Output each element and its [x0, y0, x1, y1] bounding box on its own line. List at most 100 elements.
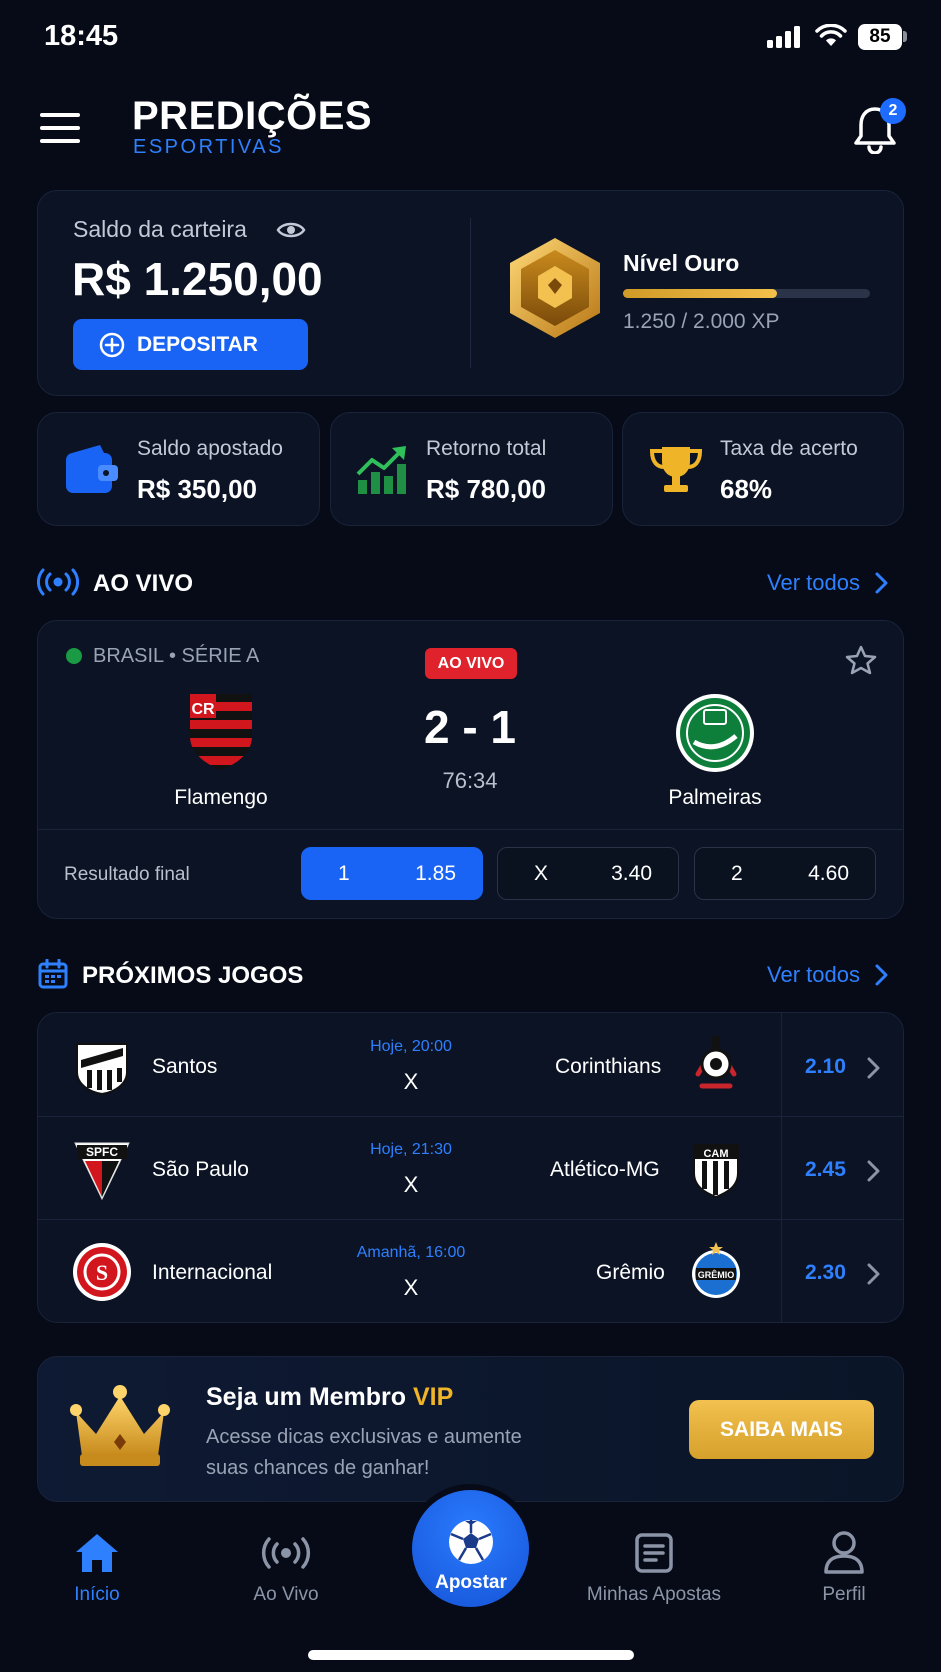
upcoming-odd: 2.30: [805, 1261, 846, 1284]
vip-title-prefix: Seja um Membro: [206, 1383, 413, 1411]
battery-indicator: 85: [858, 24, 902, 50]
wallet-label: Saldo da carteira: [73, 216, 247, 242]
odd-pick: 1: [338, 861, 350, 885]
notification-badge: 2: [880, 98, 906, 124]
upcoming-odd: 2.10: [805, 1055, 846, 1078]
xp-text: 1.250 / 2.000 XP: [623, 310, 780, 333]
svg-text:CR: CR: [191, 701, 215, 718]
menu-icon[interactable]: [40, 113, 80, 143]
chevron-right-icon: [867, 1057, 880, 1079]
home-icon: [76, 1534, 118, 1572]
learn-more-button[interactable]: SAIBA MAIS: [689, 1400, 874, 1459]
trophy-icon: [649, 447, 703, 492]
upcoming-odd: 2.45: [805, 1158, 846, 1181]
wallet-icon: [66, 445, 118, 493]
upcoming-see-all-label: Ver todos: [767, 962, 860, 987]
nav-profile-label: Perfil: [822, 1584, 866, 1605]
deposit-button[interactable]: DEPOSITAR: [73, 319, 308, 370]
nav-live-label: Ao Vivo: [253, 1584, 319, 1605]
stat-value-bet-balance: R$ 350,00: [137, 474, 257, 504]
live-broadcast-icon: [261, 1537, 311, 1569]
odd-button-away[interactable]: 2 4.60: [694, 847, 876, 900]
upcoming-vs: X: [403, 1275, 419, 1300]
market-label: Resultado final: [64, 864, 190, 885]
level-title: Nível Ouro: [623, 250, 740, 276]
svg-text:CAM: CAM: [703, 1148, 728, 1160]
odd-value: 4.60: [808, 861, 849, 885]
app-title: PREDIÇÕES: [132, 94, 373, 138]
star-favorite-icon[interactable]: [845, 644, 877, 676]
odd-pick: X: [534, 861, 549, 885]
xp-progress-fill: [623, 289, 777, 298]
gold-level-badge-icon: [510, 238, 600, 338]
upcoming-see-all-link[interactable]: Ver todos: [767, 962, 888, 988]
live-section-title: AO VIVO: [93, 570, 194, 597]
upcoming-vs: X: [403, 1069, 419, 1094]
live-score: 2 - 1: [423, 701, 517, 753]
svg-text:GRÊMIO: GRÊMIO: [698, 1269, 735, 1280]
live-league: BRASIL • SÉRIE A: [93, 645, 260, 667]
upcoming-away-team: Grêmio: [596, 1261, 665, 1284]
svg-text:SPFC: SPFC: [86, 1145, 118, 1159]
upcoming-time: Hoje, 20:00: [370, 1038, 452, 1055]
battery-tip: [903, 31, 907, 42]
upcoming-vs: X: [403, 1172, 419, 1197]
internacional-crest-icon: S: [73, 1243, 131, 1301]
upcoming-away-team: Corinthians: [555, 1055, 662, 1078]
nav-my-bets-label: Minhas Apostas: [586, 1584, 722, 1605]
stat-label-bet-balance: Saldo apostado: [137, 437, 283, 460]
live-see-all-link[interactable]: Ver todos: [767, 570, 888, 596]
chevron-right-icon: [867, 1263, 880, 1285]
atletico-mg-crest-icon: CAM: [693, 1144, 739, 1199]
corinthians-crest-icon: [695, 1036, 737, 1089]
live-broadcast-icon: [37, 568, 79, 596]
wifi-icon: [815, 24, 847, 46]
vip-title: Seja um Membro VIP: [206, 1383, 453, 1412]
stat-value-total-return: R$ 780,00: [426, 474, 546, 504]
nav-bet-label: Apostar: [435, 1572, 507, 1593]
odd-value: 3.40: [611, 861, 652, 885]
odd-pick: 2: [731, 861, 743, 885]
chart-up-icon: [356, 446, 406, 494]
nav-home-label: Início: [74, 1584, 120, 1605]
soccer-ball-icon: [449, 1520, 493, 1564]
crown-icon: [70, 1385, 170, 1466]
stat-value-hit-rate: 68%: [720, 474, 773, 504]
upcoming-away-team: Atlético-MG: [550, 1158, 660, 1181]
gremio-crest-icon: GRÊMIO: [692, 1242, 740, 1298]
home-indicator: [308, 1650, 634, 1660]
chevron-right-icon: [867, 1160, 880, 1182]
deposit-label: DEPOSITAR: [137, 332, 258, 356]
live-clock: 76:34: [442, 768, 498, 793]
live-home-team: Flamengo: [174, 786, 268, 809]
upcoming-time: Hoje, 21:30: [370, 1141, 452, 1158]
saopaulo-crest-icon: SPFC: [74, 1142, 130, 1201]
upcoming-home-team: São Paulo: [152, 1158, 249, 1181]
stat-label-total-return: Retorno total: [426, 437, 547, 460]
plus-circle-icon: [99, 332, 125, 357]
profile-icon: [824, 1531, 864, 1574]
upcoming-section-title: PRÓXIMOS JOGOS: [82, 962, 304, 989]
bet-slip-icon: [635, 1533, 673, 1573]
odd-button-home[interactable]: 1 1.85: [301, 847, 483, 900]
calendar-icon: [38, 959, 68, 989]
flamengo-crest-icon: CR: [190, 694, 252, 770]
palmeiras-crest-icon: [676, 694, 754, 772]
vip-description: Acesse dicas exclusivas e aumente suas c…: [206, 1426, 522, 1479]
wallet-balance: R$ 1.250,00: [72, 253, 323, 305]
vip-title-highlight: VIP: [413, 1383, 454, 1411]
chevron-right-icon: [875, 964, 888, 986]
odd-button-draw[interactable]: X 3.40: [497, 847, 679, 900]
wallet-divider: [470, 218, 471, 368]
live-away-team: Palmeiras: [668, 786, 762, 809]
chevron-right-icon: [875, 572, 888, 594]
live-card-divider: [38, 829, 904, 830]
upcoming-home-team: Santos: [152, 1055, 218, 1078]
app-subtitle: ESPORTIVAS: [133, 136, 284, 158]
live-badge: AO VIVO: [425, 648, 517, 679]
live-status-dot: [66, 648, 82, 664]
stat-label-hit-rate: Taxa de acerto: [720, 437, 858, 460]
signal-icon: [767, 26, 800, 48]
upcoming-time: Amanhã, 16:00: [356, 1244, 466, 1261]
eye-icon[interactable]: [276, 220, 306, 240]
